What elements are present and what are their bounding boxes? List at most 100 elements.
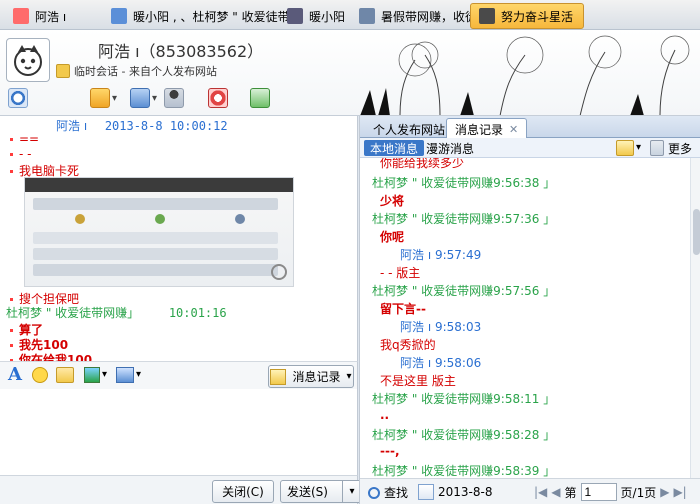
search-button[interactable]: 查找	[368, 484, 408, 501]
cat-avatar-icon	[14, 45, 42, 76]
close-tab-icon[interactable]: ✕	[509, 123, 518, 136]
history-message-list[interactable]: 你能给我续多少 杜柯梦 " 收爱徒带网赚9:56:38 」 少将 杜柯梦 " 收…	[360, 158, 690, 478]
message-bullet-icon	[10, 170, 13, 173]
chevron-down-icon: ▾	[112, 92, 118, 104]
message-manager-icon[interactable]	[616, 140, 634, 156]
image-icon	[235, 214, 245, 224]
transfer-file-button[interactable]: ▾	[90, 86, 117, 110]
contact-avatar-icon	[13, 8, 29, 24]
remote-assist-button[interactable]: ▾	[130, 86, 157, 110]
tab-label: 消息记录	[455, 122, 504, 137]
conversation-tab-active[interactable]: 努力奋斗星活	[470, 3, 584, 29]
add-user-icon	[250, 88, 270, 108]
speaker-icon[interactable]	[650, 140, 664, 156]
send-button-label: 发送(S)	[287, 485, 328, 499]
magic-emoji-icon[interactable]	[56, 367, 74, 383]
conversation-tab[interactable]: 暑假带网赚，收徒	[350, 3, 482, 29]
last-page-icon[interactable]: ▶|	[673, 485, 686, 499]
message-bullet-icon	[10, 298, 13, 301]
chevron-down-icon[interactable]: ▾	[136, 369, 141, 380]
message-time: 10:01:16	[168, 306, 227, 320]
history-message: 留下言--	[380, 302, 426, 316]
chat-header: 阿浩 ı（853083562） 临时会话 - 来自个人发布网站 ▾ ▾	[0, 30, 700, 116]
history-message: ..	[380, 408, 390, 422]
chevron-down-icon: ▾	[152, 92, 158, 104]
temp-session-icon	[56, 64, 70, 78]
history-message: 你呢	[380, 230, 405, 244]
history-message-header: 杜柯梦 " 收爱徒带网赚9:58:39 」	[372, 464, 556, 478]
chevron-down-icon[interactable]: ▾	[636, 142, 641, 153]
message-text: - -	[10, 147, 31, 161]
session-info-text: 临时会话 - 来自个人发布网站	[74, 65, 217, 78]
conversation-tab[interactable]: 阿浩 ı	[4, 3, 110, 29]
tab-roaming-messages[interactable]: 漫游消息	[420, 140, 480, 156]
message-image[interactable]	[24, 177, 294, 287]
history-scrollbar[interactable]	[690, 158, 700, 478]
message-history-button[interactable]: 消息记录 ▾	[268, 365, 354, 388]
image-row	[33, 264, 278, 276]
message-history-label: 消息记录	[292, 370, 341, 384]
view-profile-button[interactable]	[8, 86, 28, 110]
image-row	[33, 232, 278, 244]
message-input[interactable]	[0, 389, 358, 475]
message-time: 2013-8-8 10:00:12	[104, 119, 228, 133]
history-message-header: 阿浩 ı 9:58:03	[400, 320, 482, 334]
block-button[interactable]	[208, 86, 228, 110]
close-button[interactable]: 关闭(C)	[212, 480, 274, 503]
prev-page-icon[interactable]: ◀	[551, 485, 560, 499]
message-bullet-icon	[10, 329, 13, 332]
page-input[interactable]	[580, 483, 617, 501]
dandelion-decoration	[360, 35, 690, 115]
screenshot-icon[interactable]	[116, 367, 134, 383]
invite-button[interactable]	[164, 86, 184, 110]
eye-icon	[8, 88, 28, 108]
more-button[interactable]: 更多	[668, 140, 692, 156]
first-page-icon[interactable]: |◀	[534, 485, 547, 499]
send-bar: 关闭(C) 发送(S) ▾	[0, 475, 362, 504]
sender-name: 杜柯梦 " 收爱徒带网赚」	[6, 306, 140, 320]
zoom-icon[interactable]	[271, 264, 287, 280]
tab-label: 漫游消息	[426, 141, 475, 156]
history-pagination-bar: 查找 2013-8-8 |◀ ◀ 第 页/1页 ▶ ▶|	[360, 478, 700, 504]
tab-message-history[interactable]: 消息记录 ✕	[446, 118, 528, 139]
session-info: 临时会话 - 来自个人发布网站	[56, 63, 217, 79]
emoji-icon[interactable]	[32, 367, 48, 383]
date-picker[interactable]: 2013-8-8	[418, 484, 492, 500]
date-value: 2013-8-8	[438, 485, 493, 499]
history-message-header: 杜柯梦 " 收爱徒带网赚9:58:11 」	[372, 392, 556, 406]
contact-avatar-icon	[287, 8, 303, 24]
monitor-icon	[130, 88, 150, 108]
chat-message-area[interactable]: 阿浩 ı 2013-8-8 10:00:12 == - - 我电脑卡死 搜个担保…	[0, 116, 358, 361]
add-friend-button[interactable]	[250, 86, 270, 110]
close-button-label: 关闭(C)	[222, 485, 264, 499]
history-message-header: 阿浩 ı 9:58:06	[400, 356, 482, 370]
history-icon	[270, 368, 287, 385]
send-image-icon[interactable]	[84, 367, 100, 383]
conversation-tab[interactable]: 暖小阳 , 、杜柯梦 " 收爱徒带	[102, 3, 292, 29]
history-source-tabs: 本地消息 漫游消息 ▾ 更多	[360, 138, 700, 158]
message-header: 杜柯梦 " 收爱徒带网赚」 10:01:16	[6, 304, 227, 321]
chevron-down-icon[interactable]: ▾	[102, 369, 107, 380]
page-prefix: 第	[564, 485, 577, 500]
page-suffix: 页/1页	[620, 485, 657, 500]
side-panel: 个人发布网站 消息记录 ✕ 本地消息 漫游消息 ▾ 更多 你能给我续多少 杜柯梦…	[359, 116, 700, 504]
input-toolbar: A ▾ ▾ 消息记录 ▾	[0, 361, 358, 389]
scrollbar-thumb[interactable]	[693, 209, 700, 255]
next-page-icon[interactable]: ▶	[660, 485, 669, 499]
send-button[interactable]: 发送(S) ▾	[280, 480, 362, 503]
history-message: - - 版主	[380, 266, 421, 280]
tab-local-messages[interactable]: 本地消息	[364, 140, 425, 156]
history-message-header: 杜柯梦 " 收爱徒带网赚9:56:38 」	[372, 176, 556, 190]
tab-label: 阿浩 ı	[35, 9, 67, 24]
tab-label: 暖小阳	[309, 9, 346, 24]
image-row	[33, 248, 278, 260]
tab-personal-site[interactable]: 个人发布网站	[364, 118, 454, 139]
history-message: 你能给我续多少	[380, 158, 465, 170]
font-icon[interactable]: A	[6, 365, 24, 385]
contact-avatar[interactable]	[6, 38, 50, 82]
tab-label: 本地消息	[370, 141, 419, 156]
chevron-down-icon: ▾	[346, 371, 352, 382]
history-message: 少将	[380, 194, 405, 208]
sender-name: 阿浩 ı	[56, 119, 88, 133]
more-label: 更多	[668, 141, 693, 156]
